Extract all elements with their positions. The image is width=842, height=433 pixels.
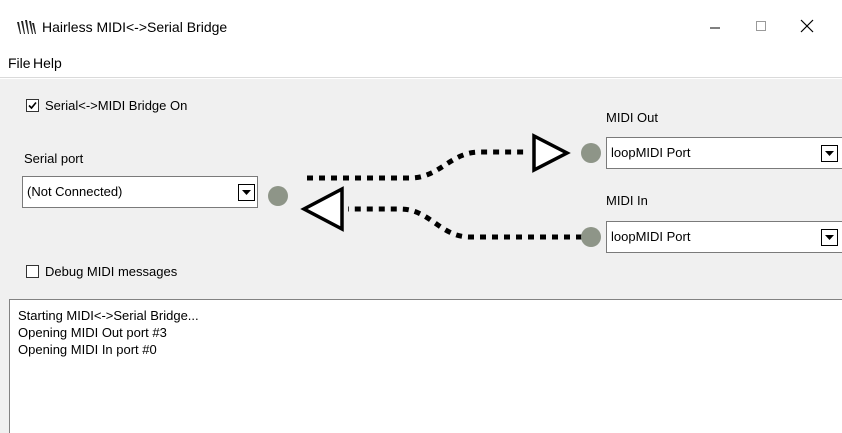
maximize-icon — [755, 20, 767, 35]
midi-out-select[interactable]: loopMIDI Port — [606, 137, 842, 169]
midi-in-select[interactable]: loopMIDI Port — [606, 221, 842, 253]
close-button[interactable] — [784, 10, 830, 44]
title-bar[interactable]: Hairless MIDI<->Serial Bridge — [0, 0, 842, 50]
minimize-icon — [709, 20, 721, 35]
close-icon — [800, 19, 814, 36]
log-line: Starting MIDI<->Serial Bridge... — [18, 308, 199, 323]
hairless-app-icon — [16, 19, 36, 35]
log-line: Opening MIDI In port #0 — [18, 342, 157, 357]
maximize-button[interactable] — [738, 10, 784, 44]
midi-in-to-serial-line — [348, 206, 582, 240]
chevron-down-icon[interactable] — [821, 145, 838, 162]
window-title: Hairless MIDI<->Serial Bridge — [42, 19, 228, 35]
debug-midi-checkbox[interactable] — [26, 265, 39, 278]
serial-to-midi-out-line — [307, 149, 525, 181]
midi-in-value: loopMIDI Port — [611, 229, 691, 244]
midi-out-label: MIDI Out — [606, 110, 659, 125]
menu-file[interactable]: File — [8, 55, 31, 71]
chevron-down-icon[interactable] — [821, 229, 838, 246]
menu-bar: File Help — [0, 50, 842, 78]
log-output[interactable]: Starting MIDI<->Serial Bridge... Opening… — [9, 299, 842, 433]
midi-out-value: loopMIDI Port — [611, 145, 691, 160]
midi-out-arrow-icon — [532, 133, 571, 173]
menu-help[interactable]: Help — [33, 55, 62, 71]
main-panel: Serial<->MIDI Bridge On Serial port (Not… — [0, 79, 842, 433]
debug-midi-label: Debug MIDI messages — [45, 264, 178, 279]
midi-in-status-led — [581, 227, 601, 247]
log-line: Opening MIDI Out port #3 — [18, 325, 167, 340]
minimize-button[interactable] — [692, 10, 738, 44]
midi-in-arrow-icon — [300, 186, 344, 232]
midi-out-status-led — [581, 143, 601, 163]
midi-in-label: MIDI In — [606, 193, 648, 208]
